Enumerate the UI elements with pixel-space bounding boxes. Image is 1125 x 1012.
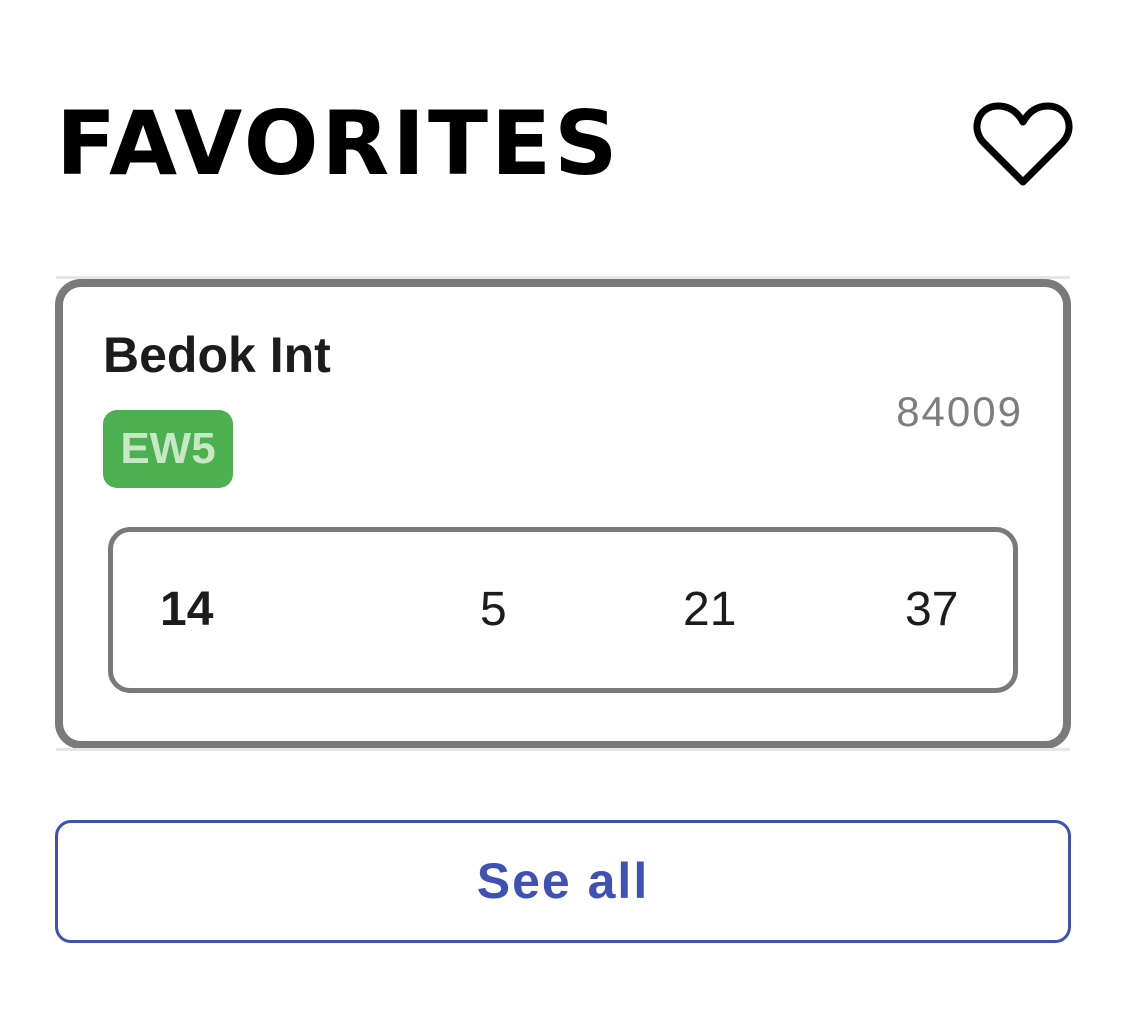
page-title: FAVORITES xyxy=(56,92,621,195)
see-all-button[interactable]: See all xyxy=(55,820,1071,943)
divider xyxy=(56,748,1070,751)
bus-service-number[interactable]: 5 xyxy=(480,532,507,688)
mrt-station-badge: EW5 xyxy=(103,410,233,488)
favorite-stop-card[interactable]: Bedok Int 84009 EW5 14 5 21 37 xyxy=(55,279,1071,749)
heart-icon[interactable] xyxy=(970,98,1076,192)
stop-name: Bedok Int xyxy=(103,327,331,383)
stop-code: 84009 xyxy=(896,388,1023,435)
bus-service-number[interactable]: 37 xyxy=(905,532,958,688)
bus-services-list: 14 5 21 37 xyxy=(108,527,1018,693)
bus-service-number[interactable]: 14 xyxy=(160,532,213,688)
bus-service-number[interactable]: 21 xyxy=(683,532,736,688)
